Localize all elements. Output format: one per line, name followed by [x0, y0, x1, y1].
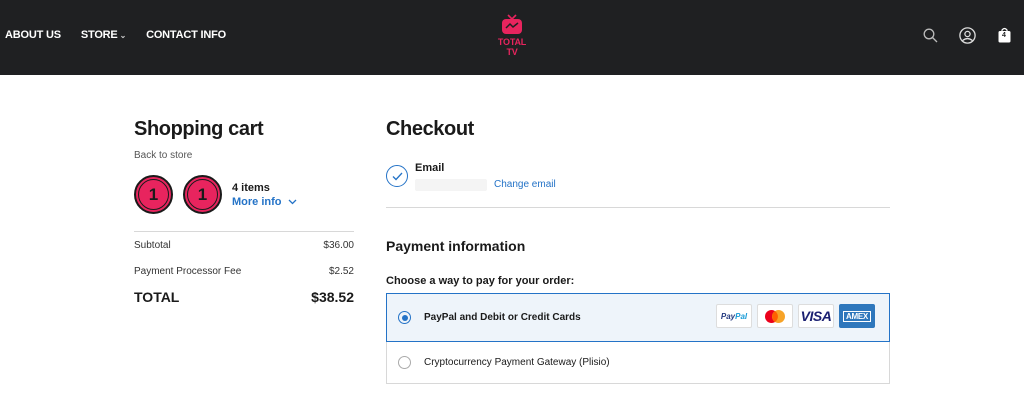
fee-row: Payment Processor Fee $2.52 — [134, 266, 354, 277]
shopping-bag-icon[interactable]: 4 — [994, 25, 1014, 45]
amex-icon: AMEX — [839, 304, 875, 328]
subtotal-row: Subtotal $36.00 — [134, 240, 354, 251]
product-thumbnail: 1 — [183, 175, 222, 214]
checkout-title: Checkout — [386, 118, 474, 140]
cart-divider — [134, 231, 354, 232]
payment-option-paypal[interactable]: PayPal and Debit or Credit Cards Pay Pal … — [386, 293, 890, 342]
user-icon[interactable] — [957, 25, 977, 45]
radio-button-selected[interactable] — [398, 311, 411, 324]
cart-count-badge: 4 — [1002, 32, 1006, 39]
tv-logo-icon — [502, 14, 522, 34]
payment-option-label: PayPal and Debit or Credit Cards — [424, 312, 581, 323]
top-navigation-bar: ABOUT US STORE ⌄ CONTACT INFO TOTAL TV 4 — [0, 0, 1024, 75]
card-logos: Pay Pal VISA AMEX — [716, 304, 875, 328]
total-label: TOTAL — [134, 289, 180, 305]
email-value-redacted — [415, 179, 487, 191]
chevron-down-icon — [288, 197, 297, 207]
checkout-divider — [386, 207, 890, 208]
check-icon — [386, 165, 408, 187]
product-badge-number: 1 — [148, 184, 159, 204]
nav-about-us[interactable]: ABOUT US — [5, 29, 61, 41]
brand-logo[interactable]: TOTAL TV — [492, 14, 532, 58]
search-icon[interactable] — [920, 25, 940, 45]
more-info-label: More info — [232, 195, 282, 208]
payment-option-crypto[interactable]: Cryptocurrency Payment Gateway (Plisio) — [386, 342, 890, 384]
nav-contact-info[interactable]: CONTACT INFO — [146, 29, 226, 41]
shopping-cart-panel: Shopping cart Back to store 1 1 4 items … — [134, 118, 354, 214]
visa-icon: VISA — [798, 304, 834, 328]
cart-totals: Subtotal $36.00 Payment Processor Fee $2… — [134, 240, 354, 320]
cart-title: Shopping cart — [134, 118, 264, 140]
items-count: 4 items — [232, 181, 270, 194]
items-summary: 4 items More info — [232, 182, 297, 208]
cart-items-row: 1 1 4 items More info — [134, 175, 354, 214]
nav-store-label: STORE — [80, 29, 118, 41]
checkout-panel: Checkout Email Change email Payment info… — [386, 118, 890, 384]
total-row: TOTAL $38.52 — [134, 289, 354, 305]
header-icons: 4 — [920, 25, 1014, 45]
back-to-store-link[interactable]: Back to store — [134, 150, 354, 161]
payment-option-label: Cryptocurrency Payment Gateway (Plisio) — [424, 357, 610, 368]
choose-payment-label: Choose a way to pay for your order: — [386, 275, 575, 287]
mastercard-icon — [757, 304, 793, 328]
subtotal-label: Subtotal — [134, 240, 171, 251]
fee-label: Payment Processor Fee — [134, 266, 242, 277]
more-info-toggle[interactable]: More info — [232, 196, 297, 208]
subtotal-value: $36.00 — [323, 240, 354, 251]
radio-button-unselected[interactable] — [398, 356, 411, 369]
chevron-down-icon: ⌄ — [119, 30, 127, 40]
fee-value: $2.52 — [328, 266, 354, 277]
product-thumbnail: 1 — [134, 175, 173, 214]
paypal-icon: Pay Pal — [716, 304, 752, 328]
product-badge-number: 1 — [197, 184, 208, 204]
payment-information-heading: Payment information — [386, 238, 526, 254]
change-email-link[interactable]: Change email — [494, 179, 556, 190]
email-label: Email — [415, 162, 445, 174]
total-value: $38.52 — [311, 289, 354, 305]
brand-name: TOTAL TV — [497, 37, 527, 57]
main-nav: ABOUT US STORE ⌄ CONTACT INFO — [5, 29, 246, 41]
nav-store[interactable]: STORE ⌄ — [81, 29, 126, 41]
